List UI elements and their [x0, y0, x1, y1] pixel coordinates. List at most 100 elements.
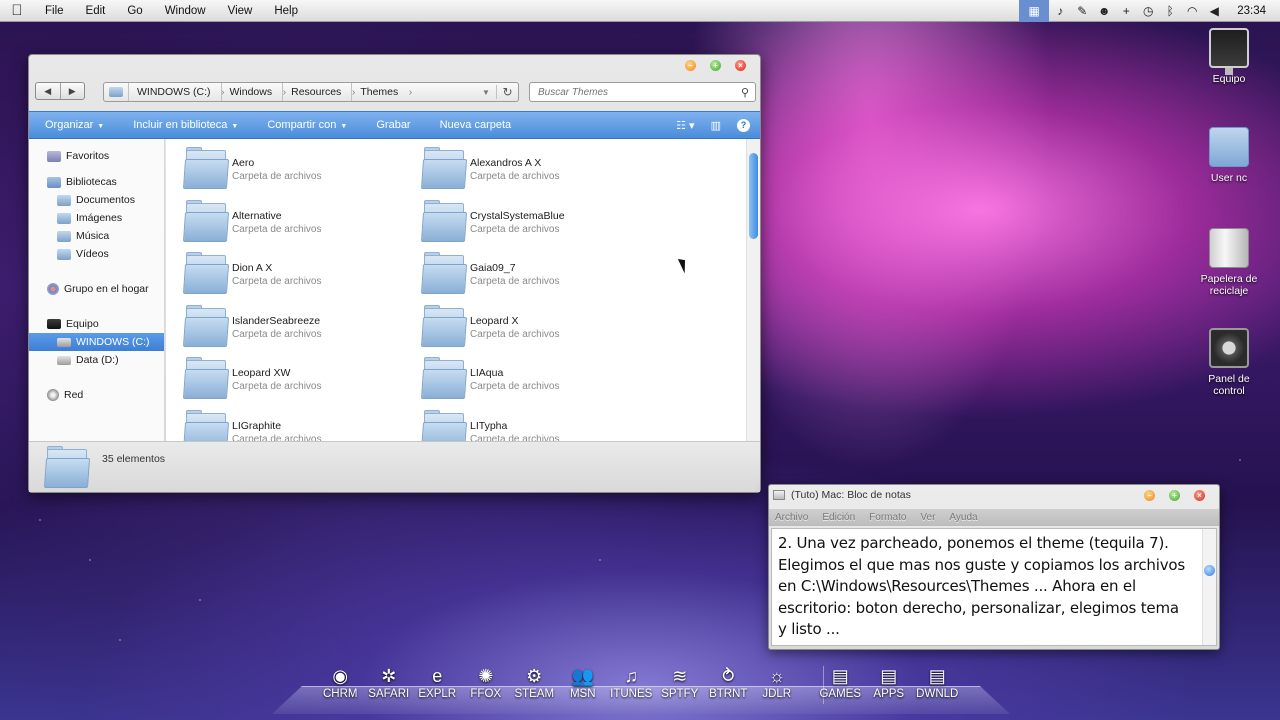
nav-images[interactable]: Imágenes [29, 209, 164, 227]
notepad-text[interactable]: 2. Una vez parcheado, ponemos el theme (… [772, 529, 1216, 641]
timemachine-icon[interactable]: ◷ [1137, 0, 1159, 22]
dock-item-apps[interactable]: ▤ APPS [865, 664, 914, 700]
menu-formato[interactable]: Formato [863, 512, 914, 523]
forward-icon[interactable]: ▶ [61, 83, 85, 99]
menu-help[interactable]: Help [263, 5, 309, 17]
bluetooth-icon[interactable]: ᛒ [1159, 0, 1181, 22]
desktop-icon-user[interactable]: User nc [1194, 127, 1264, 184]
file-item[interactable]: Gaia09_7 Carpeta de archivos [420, 252, 660, 305]
file-item[interactable]: LITypha Carpeta de archivos [420, 409, 660, 441]
file-item[interactable]: Alexandros A X Carpeta de archivos [420, 147, 660, 200]
spaces-icon[interactable]: ▦ [1019, 0, 1050, 22]
nav-network[interactable]: Red [29, 386, 164, 404]
plus-icon[interactable]: + [1115, 0, 1137, 22]
menu-go[interactable]: Go [116, 5, 153, 17]
vertical-scrollbar[interactable] [746, 139, 760, 441]
volume-icon[interactable]: ◀ [1203, 0, 1225, 22]
file-item[interactable]: CrystalSystemaBlue Carpeta de archivos [420, 199, 660, 253]
pen-icon[interactable]: ✎ [1071, 0, 1093, 22]
nav-videos[interactable]: Vídeos [29, 245, 164, 263]
computer-icon [47, 319, 61, 329]
maximize-button[interactable]: + [1169, 490, 1180, 501]
dock-item-safari[interactable]: ✲ SAFARI [365, 664, 414, 700]
nav-drive-c[interactable]: WINDOWS (C:) [29, 333, 164, 351]
vertical-scrollbar[interactable] [1202, 529, 1216, 645]
dock-item-chrm[interactable]: ◉ CHRM [316, 664, 365, 700]
apple-icon[interactable]:  [0, 2, 34, 19]
file-item[interactable]: Leopard X Carpeta de archivos [420, 304, 660, 358]
menu-ayuda[interactable]: Ayuda [943, 512, 985, 523]
close-button[interactable]: × [735, 60, 746, 71]
desktop-icon-control-panel[interactable]: Panel de control [1194, 328, 1264, 397]
nav-computer[interactable]: Equipo [29, 315, 164, 333]
nav-label: WINDOWS (C:) [76, 336, 150, 348]
minimize-button[interactable]: – [1144, 490, 1155, 501]
dock-item-btrnt[interactable]: ⥁ BTRNT [704, 664, 753, 700]
menu-file[interactable]: File [34, 5, 75, 17]
menu-ver[interactable]: Ver [914, 512, 943, 523]
scrollbar-thumb[interactable] [1204, 565, 1215, 576]
nav-libraries[interactable]: Bibliotecas [29, 173, 164, 191]
file-item[interactable]: Aero Carpeta de archivos [182, 147, 422, 200]
search-box[interactable]: ⚲ [529, 82, 756, 102]
maximize-button[interactable]: + [710, 60, 721, 71]
dock-label: MSN [569, 688, 596, 700]
menu-edicion[interactable]: Edición [816, 512, 863, 523]
user-icon[interactable]: ☻ [1093, 0, 1115, 22]
nav-documents[interactable]: Documentos [29, 191, 164, 209]
nav-drive-d[interactable]: Data (D:) [29, 351, 164, 369]
desktop-icon-trash[interactable]: Papelera de reciclaje [1194, 228, 1264, 297]
dock-item-itunes[interactable]: ♫ ITUNES [607, 664, 656, 700]
dock-item-sptfy[interactable]: ≋ SPTFY [656, 664, 705, 700]
chevron-down-icon[interactable]: ▼ [476, 88, 496, 97]
dock-item-steam[interactable]: ⚙ STEAM [510, 664, 559, 700]
menu-window[interactable]: Window [154, 5, 217, 17]
help-icon[interactable]: ? [737, 118, 750, 132]
wifi-icon[interactable]: ◠ [1181, 0, 1203, 22]
dock-item-games[interactable]: ▤ GAMES [816, 664, 865, 700]
nav-favorites[interactable]: Favoritos [29, 147, 164, 165]
address-bar[interactable]: WINDOWS (C:) Windows Resources Themes ▼ … [103, 82, 519, 102]
file-item[interactable]: Dion A X Carpeta de archivos [182, 252, 422, 305]
breadcrumb-themes[interactable]: Themes [351, 83, 412, 101]
refresh-icon[interactable]: ↻ [496, 85, 518, 99]
preview-pane-icon[interactable]: ▥ [711, 119, 721, 132]
include-library-button[interactable]: Incluir en biblioteca ▼ [117, 119, 251, 131]
file-item[interactable]: Alternative Carpeta de archivos [182, 199, 422, 253]
notepad-textarea[interactable]: 2. Una vez parcheado, ponemos el theme (… [771, 528, 1217, 646]
dock-item-jdlr[interactable]: ☼ JDLR [753, 664, 802, 700]
burn-button[interactable]: Grabar [360, 119, 423, 131]
minimize-button[interactable]: – [685, 60, 696, 71]
back-icon[interactable]: ◀ [36, 83, 61, 99]
close-button[interactable]: × [1194, 490, 1205, 501]
view-options-icon[interactable]: ☷ ▾ [676, 119, 694, 132]
breadcrumb-drive[interactable]: WINDOWS (C:) [128, 83, 224, 101]
menu-edit[interactable]: Edit [75, 5, 117, 17]
file-item[interactable]: IslanderSeabreeze Carpeta de archivos [182, 304, 422, 358]
menu-archivo[interactable]: Archivo [769, 512, 816, 523]
dock-item-msn[interactable]: 👥 MSN [559, 664, 608, 700]
desktop-icon-computer[interactable]: Equipo [1194, 28, 1264, 85]
nav-music[interactable]: Música [29, 227, 164, 245]
menu-clock[interactable]: 23:34 [1225, 5, 1280, 17]
breadcrumb-resources[interactable]: Resources [282, 83, 356, 101]
dock-item-ffox[interactable]: ✺ FFOX [462, 664, 511, 700]
organize-button[interactable]: Organizar ▼ [29, 119, 117, 131]
search-icon[interactable]: ⚲ [741, 86, 749, 99]
scrollbar-thumb[interactable] [749, 153, 758, 239]
nav-homegroup[interactable]: Grupo en el hogar [29, 280, 164, 298]
app-icon: ⥁ [722, 666, 735, 686]
share-button[interactable]: Compartir con ▼ [251, 119, 360, 131]
file-item[interactable]: LIAqua Carpeta de archivos [420, 357, 660, 410]
breadcrumb-windows[interactable]: Windows [220, 83, 286, 101]
dock-item-dwnld[interactable]: ▤ DWNLD [913, 664, 962, 700]
drive-icon [57, 337, 71, 347]
dock-item-explr[interactable]: e EXPLR [413, 664, 462, 700]
folder-icon [182, 252, 230, 296]
file-item[interactable]: LIGraphite Carpeta de archivos [182, 409, 422, 441]
search-input[interactable] [538, 86, 728, 98]
menu-view[interactable]: View [217, 5, 264, 17]
file-item[interactable]: Leopard XW Carpeta de archivos [182, 357, 422, 410]
itunes-icon[interactable]: ♪ [1049, 0, 1071, 22]
new-folder-button[interactable]: Nueva carpeta [424, 119, 525, 131]
